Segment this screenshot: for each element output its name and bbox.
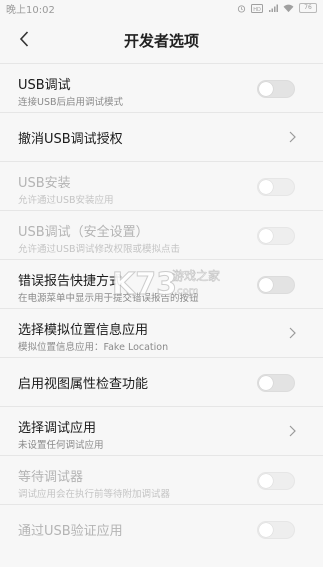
- setting-view-attribute-inspection[interactable]: 启用视图属性检查功能: [0, 357, 323, 406]
- toggle-switch[interactable]: [257, 227, 295, 245]
- toggle-switch[interactable]: [257, 276, 295, 294]
- settings-list: USB调试 连接USB后启用调试模式 撤消USB调试授权 USB安装 允许通过U…: [0, 63, 323, 553]
- battery-indicator: 76: [299, 3, 317, 13]
- setting-title: USB调试（安全设置）: [18, 225, 149, 240]
- setting-revoke-usb-auth[interactable]: 撤消USB调试授权: [0, 112, 323, 161]
- toggle-switch[interactable]: [257, 521, 295, 539]
- setting-title: 错误报告快捷方式: [18, 274, 123, 289]
- alarm-icon: [237, 4, 246, 13]
- setting-title: 选择模拟位置信息应用: [18, 323, 149, 338]
- setting-title: USB安装: [18, 176, 71, 191]
- app-header: 开发者选项: [0, 16, 323, 62]
- setting-verify-apps-usb[interactable]: 通过USB验证应用: [0, 504, 323, 553]
- sim-icon: HD: [251, 3, 263, 13]
- setting-subtitle: 在电源菜单中显示用于提交错误报告的按钮: [18, 293, 199, 304]
- toggle-switch[interactable]: [257, 80, 295, 98]
- setting-select-debug-app[interactable]: 选择调试应用 未设置任何调试应用: [0, 406, 323, 455]
- status-icons: HD 76: [237, 3, 317, 13]
- setting-subtitle: 调试应用会在执行前等待附加调试器: [18, 489, 171, 500]
- signal-icon: [269, 4, 278, 12]
- chevron-right-icon: [289, 425, 296, 437]
- setting-title: 通过USB验证应用: [18, 524, 123, 539]
- toggle-switch[interactable]: [257, 178, 295, 196]
- setting-title: 等待调试器: [18, 470, 84, 485]
- setting-subtitle: 未设置任何调试应用: [18, 440, 104, 451]
- status-bar: 晚上10:02 HD 76: [0, 0, 323, 16]
- setting-usb-debugging-security[interactable]: USB调试（安全设置） 允许通过USB调试修改权限或模拟点击: [0, 210, 323, 259]
- setting-subtitle: 允许通过USB调试修改权限或模拟点击: [18, 244, 181, 255]
- setting-subtitle: 模拟位置信息应用：Fake Location: [18, 342, 169, 353]
- setting-usb-install[interactable]: USB安装 允许通过USB安装应用: [0, 161, 323, 210]
- status-time: 晚上10:02: [6, 4, 55, 16]
- setting-subtitle: 连接USB后启用调试模式: [18, 97, 124, 108]
- setting-wait-for-debugger[interactable]: 等待调试器 调试应用会在执行前等待附加调试器: [0, 455, 323, 504]
- page-title: 开发者选项: [123, 32, 199, 50]
- toggle-switch[interactable]: [257, 374, 295, 392]
- setting-mock-location-app[interactable]: 选择模拟位置信息应用 模拟位置信息应用：Fake Location: [0, 308, 323, 357]
- chevron-right-icon: [289, 131, 296, 143]
- setting-bug-report-shortcut[interactable]: 错误报告快捷方式 在电源菜单中显示用于提交错误报告的按钮: [0, 259, 323, 308]
- svg-text:HD: HD: [253, 6, 261, 12]
- setting-title: 撤消USB调试授权: [18, 132, 123, 147]
- setting-usb-debugging[interactable]: USB调试 连接USB后启用调试模式: [0, 63, 323, 112]
- wifi-icon: [283, 4, 294, 12]
- chevron-right-icon: [289, 327, 296, 339]
- setting-title: 启用视图属性检查功能: [18, 377, 149, 392]
- toggle-switch[interactable]: [257, 472, 295, 490]
- setting-subtitle: 允许通过USB安装应用: [18, 195, 114, 206]
- setting-title: 选择调试应用: [18, 421, 97, 436]
- setting-title: USB调试: [18, 78, 71, 93]
